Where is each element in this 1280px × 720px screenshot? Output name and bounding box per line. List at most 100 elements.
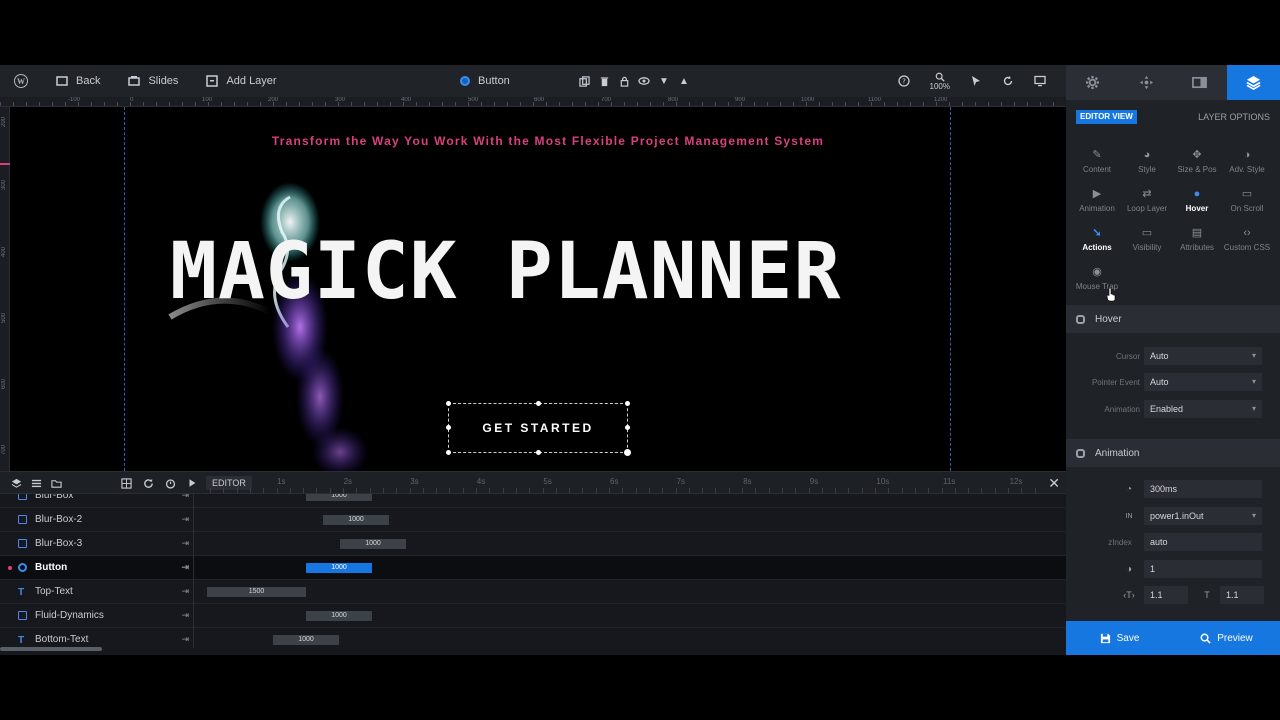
slide-canvas[interactable]: Transform the Way You Work With the Most… (10, 107, 1066, 471)
jump-to-end-icon[interactable]: ⇥ (181, 634, 189, 645)
tab-module-settings[interactable] (1066, 65, 1120, 100)
timeline-row-name[interactable]: Blur-Box-2 ⇥ (0, 507, 194, 532)
timeline-row-name[interactable]: Fluid-Dynamics ⇥ (0, 603, 194, 628)
undo-icon[interactable] (1002, 75, 1014, 87)
cursor-select[interactable]: Auto (1144, 347, 1262, 365)
animation-section-header[interactable]: Animation (1066, 439, 1280, 467)
option-on-scroll[interactable]: ▭ On Scroll (1222, 188, 1272, 213)
timeline-row-name[interactable]: T Bottom-Text ⇥ (0, 627, 194, 648)
option-animation[interactable]: ▶ Animation (1072, 188, 1122, 213)
jump-to-end-icon[interactable]: ⇥ (181, 562, 189, 573)
move-up-icon[interactable]: ▲ (678, 75, 690, 87)
option-visibility[interactable]: ▭ Visibility (1122, 227, 1172, 252)
resize-handle-br[interactable] (623, 448, 632, 457)
help-icon[interactable]: ? (897, 75, 910, 87)
preview-button[interactable]: Preview (1173, 633, 1280, 644)
resize-handle-t[interactable] (536, 401, 541, 406)
tab-navigation[interactable] (1120, 65, 1174, 100)
slides-button[interactable]: Slides (114, 65, 192, 97)
timeline-playback-tools (120, 472, 198, 494)
jump-to-end-icon[interactable]: ⇥ (181, 538, 189, 549)
option-content[interactable]: ✎ Content (1072, 149, 1122, 174)
timeline-row[interactable]: T Top-Text ⇥ 1500 (0, 579, 1066, 604)
jump-to-end-icon[interactable]: ⇥ (181, 586, 189, 597)
back-button[interactable]: Back (42, 65, 114, 97)
timeline-bar[interactable]: 1000 (323, 515, 389, 525)
option-actions[interactable]: ➘ Actions (1072, 227, 1122, 252)
timeline-tick (928, 488, 930, 493)
layers-icon[interactable] (10, 477, 22, 489)
loop-icon[interactable] (142, 477, 154, 489)
ruler-tick (130, 102, 131, 106)
timeline-row[interactable]: Blur-Box ⇥ 1000 (0, 494, 1066, 508)
jump-to-end-icon[interactable]: ⇥ (181, 610, 189, 621)
resize-handle-b[interactable] (536, 450, 541, 455)
grid-icon[interactable] (120, 477, 132, 489)
resize-handle-r[interactable] (625, 425, 630, 430)
resize-handle-tr[interactable] (625, 401, 630, 406)
get-started-button[interactable]: GET STARTED (446, 401, 632, 457)
timeline-scrollbar[interactable] (0, 647, 102, 651)
scale-y-input[interactable]: 1.1 (1220, 586, 1264, 604)
pointer-icon[interactable] (970, 75, 982, 87)
timer-icon[interactable] (164, 477, 176, 489)
desktop-view-icon[interactable] (1034, 75, 1046, 87)
hover-section-header[interactable]: Hover (1066, 305, 1280, 333)
timeline-bar[interactable]: 1000 (306, 563, 372, 573)
option-style[interactable]: ◕ Style (1122, 149, 1172, 174)
lock-icon[interactable] (618, 75, 630, 87)
resize-handle-tl[interactable] (446, 401, 451, 406)
timeline-row[interactable]: Fluid-Dynamics ⇥ 1000 (0, 603, 1066, 628)
option-adv-style[interactable]: ◑ Adv. Style (1222, 149, 1272, 174)
option-hover[interactable]: ● Hover (1172, 188, 1222, 213)
main-title-layer[interactable]: MAGICK PLANNER (170, 227, 841, 317)
jump-to-end-icon[interactable]: ⇥ (181, 514, 189, 525)
zoom-control[interactable]: 100% (930, 72, 950, 91)
wordpress-button[interactable]: W (0, 65, 42, 97)
add-layer-button[interactable]: Add Layer (192, 65, 290, 97)
timeline-row-name[interactable]: T Top-Text ⇥ (0, 579, 194, 604)
timeline-bar[interactable]: 1000 (306, 494, 372, 501)
timeline-bar[interactable]: 1000 (340, 539, 406, 549)
eye-icon[interactable] (638, 75, 650, 87)
timeline-row-name[interactable]: Button ⇥ (0, 555, 194, 580)
timeline-bar[interactable]: 1000 (273, 635, 339, 645)
option-size-pos[interactable]: ✥ Size & Pos (1172, 149, 1222, 174)
duration-input[interactable]: 300ms (1144, 480, 1262, 498)
opacity-input[interactable]: 1 (1144, 560, 1262, 578)
resize-handle-bl[interactable] (446, 450, 451, 455)
timeline-row-name[interactable]: Blur-Box ⇥ (0, 494, 194, 508)
timeline-row[interactable]: T Bottom-Text ⇥ 1000 (0, 627, 1066, 648)
option-custom-css[interactable]: ‹› Custom CSS (1222, 227, 1272, 252)
save-button[interactable]: Save (1066, 633, 1173, 644)
easing-select[interactable]: power1.inOut (1144, 507, 1262, 525)
timeline-row-name[interactable]: Blur-Box-3 ⇥ (0, 531, 194, 556)
top-text-layer[interactable]: Transform the Way You Work With the Most… (10, 134, 1066, 148)
close-timeline-icon[interactable]: ✕ (1048, 475, 1060, 492)
hover-animation-select[interactable]: Enabled (1144, 400, 1262, 418)
timeline-bar[interactable]: 1000 (306, 611, 372, 621)
timeline-row[interactable]: Blur-Box-3 ⇥ 1000 (0, 531, 1066, 556)
editor-view-badge[interactable]: EDITOR VIEW (1076, 110, 1137, 124)
tab-layer-options[interactable] (1226, 65, 1280, 100)
option-attributes[interactable]: ▤ Attributes (1172, 227, 1222, 252)
list-icon[interactable] (30, 477, 42, 489)
duplicate-icon[interactable] (578, 75, 590, 87)
timeline-row[interactable]: Blur-Box-2 ⇥ 1000 (0, 507, 1066, 532)
move-down-icon[interactable]: ▼ (658, 75, 670, 87)
folder-icon[interactable] (50, 477, 62, 489)
editor-badge[interactable]: EDITOR (206, 476, 252, 490)
pointer-event-select[interactable]: Auto (1144, 373, 1262, 391)
tab-slide-options[interactable] (1173, 65, 1227, 100)
timeline-row[interactable]: Button ⇥ 1000 (0, 555, 1066, 580)
selected-layer-name[interactable]: Button (460, 65, 510, 97)
play-icon[interactable] (186, 477, 198, 489)
timeline-bar[interactable]: 1500 (207, 587, 306, 597)
trash-icon[interactable] (598, 75, 610, 87)
scale-x-input[interactable]: 1.1 (1144, 586, 1188, 604)
resize-handle-l[interactable] (446, 425, 451, 430)
fluid-dynamics-layer[interactable] (160, 177, 380, 471)
jump-to-end-icon[interactable]: ⇥ (181, 494, 189, 501)
option-loop-layer[interactable]: ⇄ Loop Layer (1122, 188, 1172, 213)
zindex-input[interactable]: auto (1144, 533, 1262, 551)
